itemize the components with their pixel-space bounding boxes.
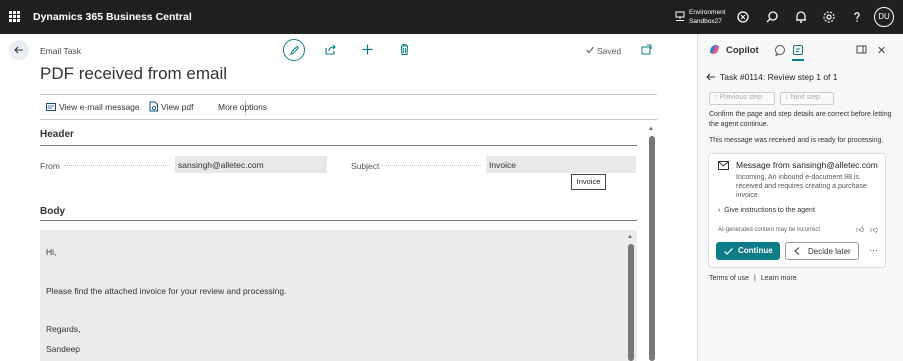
gear-icon[interactable] xyxy=(822,10,836,24)
learn-more-link[interactable]: Learn more xyxy=(761,275,797,282)
share-icon[interactable] xyxy=(324,43,337,56)
header-section-title[interactable]: Header xyxy=(40,129,74,140)
next-step-button[interactable]: ↓ Next step xyxy=(780,92,834,105)
view-pdf-button[interactable]: View pdf xyxy=(161,102,193,112)
top-bar: Dynamics 365 Business Central Environmen… xyxy=(0,0,903,34)
body-line: Sandeep xyxy=(46,344,81,354)
divider xyxy=(40,145,637,146)
body-line: Please find the attached invoice for you… xyxy=(46,286,287,296)
help-icon[interactable] xyxy=(850,10,864,24)
scroll-up-icon[interactable]: ▲ xyxy=(627,234,633,240)
from-label: From xyxy=(40,161,60,171)
app-title[interactable]: Dynamics 365 Business Central xyxy=(33,11,192,23)
subject-field[interactable]: Invoice xyxy=(486,156,636,173)
breadcrumb: Email Task xyxy=(40,46,81,56)
body-line: Hi, xyxy=(46,247,57,257)
give-instructions-toggle[interactable]: › Give instructions to the agent xyxy=(718,207,815,214)
page-title: PDF received from email xyxy=(40,64,228,83)
back-button[interactable] xyxy=(9,40,29,60)
waffle-icon[interactable] xyxy=(9,11,20,22)
give-instructions-label: Give instructions to the agent xyxy=(724,207,815,214)
check-icon xyxy=(724,248,733,255)
message-status: This message was received and is ready f… xyxy=(709,137,884,144)
previous-step-label: Previous step xyxy=(719,94,762,101)
email-message-icon xyxy=(46,103,56,111)
divider xyxy=(40,220,637,221)
from-field[interactable]: sansingh@alletec.com xyxy=(175,156,327,173)
scroll-up-icon[interactable]: ▲ xyxy=(648,126,654,132)
body-section-title[interactable]: Body xyxy=(40,206,65,217)
task-title: Task #0114: Review step 1 of 1 xyxy=(720,72,838,82)
footer-links: Terms of use | Learn more xyxy=(709,275,800,282)
email-body[interactable]: Hi, Please find the attached invoice for… xyxy=(40,230,637,361)
environment-info[interactable]: Environment Sandbox27 xyxy=(689,8,726,26)
add-icon[interactable] xyxy=(361,43,374,56)
body-scrollbar[interactable] xyxy=(628,244,634,361)
review-instruction: Confirm the page and step details are co… xyxy=(709,111,892,128)
environment-icon[interactable] xyxy=(675,11,685,22)
thumbs-up-icon[interactable]: 👍︎ xyxy=(856,225,864,235)
ai-disclaimer: AI-generated content may be incorrect xyxy=(718,227,821,233)
search-icon[interactable] xyxy=(765,10,779,24)
mail-icon xyxy=(718,161,729,170)
avatar[interactable]: DU xyxy=(874,7,894,27)
copilot-icon[interactable] xyxy=(736,10,750,24)
body-line: Regards, xyxy=(46,324,81,334)
message-body: Incoming. An inbound e-document 98 is re… xyxy=(736,174,867,199)
arrow-left-icon[interactable] xyxy=(706,72,716,82)
view-pdf-icon xyxy=(149,101,158,112)
more-options-icon[interactable]: ··· xyxy=(869,245,878,255)
page-scrollbar[interactable] xyxy=(649,136,655,361)
message-title: Message from sansingh@alletec.com xyxy=(736,160,878,170)
more-options-button[interactable]: More options xyxy=(218,102,267,112)
subject-label: Subject xyxy=(351,161,380,171)
chevron-left-icon xyxy=(794,247,800,255)
arrow-left-icon xyxy=(14,46,23,54)
copilot-pane: Copilot ✕ Task #0114: Review step 1 of 1… xyxy=(697,34,903,361)
bell-icon[interactable] xyxy=(794,10,808,24)
subject-tooltip: Invoice xyxy=(571,174,606,190)
from-leader xyxy=(64,165,170,166)
delete-icon[interactable] xyxy=(398,43,411,56)
active-tab-indicator xyxy=(792,59,804,61)
link-separator: | xyxy=(754,275,756,282)
next-step-label: Next step xyxy=(790,94,821,101)
copilot-logo-icon xyxy=(710,45,719,54)
chat-icon[interactable] xyxy=(774,44,786,56)
pencil-icon xyxy=(290,45,300,55)
check-icon xyxy=(586,46,594,54)
thumbs-down-icon[interactable]: 👎︎ xyxy=(870,225,878,235)
environment-label: Environment xyxy=(689,9,726,16)
terms-of-use-link[interactable]: Terms of use xyxy=(709,275,749,282)
action-bar: View e-mail message View pdf More option… xyxy=(40,94,657,120)
view-email-message-button[interactable]: View e-mail message xyxy=(59,102,140,112)
saved-status: Saved xyxy=(597,46,622,56)
edit-button[interactable] xyxy=(283,39,305,61)
open-new-window-icon[interactable] xyxy=(641,44,652,55)
dock-pane-icon[interactable] xyxy=(856,44,867,55)
subject-leader xyxy=(382,165,481,166)
agent-tasks-icon[interactable] xyxy=(792,44,804,56)
environment-name: Sandbox27 xyxy=(689,18,722,25)
previous-step-button[interactable]: ↑ Previous step xyxy=(709,92,775,105)
copilot-title: Copilot xyxy=(726,45,759,56)
close-icon[interactable]: ✕ xyxy=(877,44,886,57)
